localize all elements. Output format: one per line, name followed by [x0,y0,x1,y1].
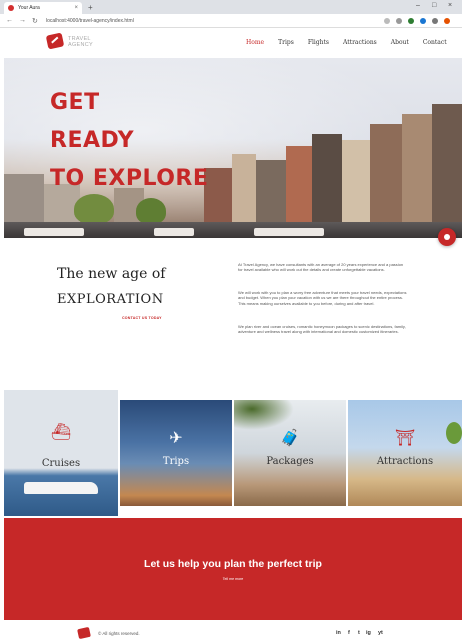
intro-heading-line2: EXPLORATION [57,292,164,307]
ship-icon: ⛴ [50,424,72,441]
building [4,174,44,224]
site-footer: © All rights reserved. in f t ig yt [0,620,462,644]
copyright-text: © All rights reserved. [98,631,140,636]
nav-trips[interactable]: Trips [278,39,294,46]
instagram-icon[interactable]: ig [366,630,371,636]
nav-attractions[interactable]: Attractions [343,39,377,46]
intro-paragraph: At Travel Agency, we have consultants wi… [238,262,404,273]
back-icon[interactable]: ← [6,17,13,24]
window-close-icon[interactable]: × [448,2,452,9]
cta-title: Let us help you plan the perfect trip [144,558,322,570]
building [232,154,256,224]
minimize-icon[interactable]: – [416,2,420,9]
logo-icon[interactable] [45,32,65,50]
tree [136,198,166,224]
extension-icon[interactable] [408,18,414,24]
nav-about[interactable]: About [391,39,409,46]
youtube-icon[interactable]: yt [378,630,383,636]
twitter-icon[interactable]: t [358,630,360,636]
bookmark-icon[interactable] [384,18,390,24]
chat-button[interactable] [438,228,456,246]
logo-line2: AGENCY [68,42,94,48]
new-tab-button[interactable]: + [88,3,93,12]
plane-icon: ✈ [169,430,183,447]
footer-logo-icon[interactable] [77,626,91,640]
hero-title-line2: READY [50,128,135,153]
url-input[interactable]: localhost:4000/travel-agency/index.html [46,17,376,26]
extension-icon[interactable] [432,18,438,24]
palm-leaves [234,400,294,430]
tile-cruises[interactable]: ⛴ Cruises [4,390,118,516]
building [286,146,312,224]
nav-home[interactable]: Home [246,39,264,46]
favicon-icon [8,5,14,11]
luggage-icon: 🧳 [280,430,300,447]
tile-packages[interactable]: 🧳 Packages [234,400,346,506]
star-icon[interactable] [396,18,402,24]
tab-close-icon[interactable]: × [74,5,78,11]
browser-tab[interactable]: Your Aura × [4,2,82,14]
nav-contact[interactable]: Contact [423,39,447,46]
tile-label: Trips [162,456,190,467]
tile-trips[interactable]: ✈ Trips [120,400,232,506]
building [370,124,402,224]
browser-tab-bar: Your Aura × + – □ × [0,0,462,14]
intro-heading-line1: The new age of [57,266,166,282]
facebook-icon[interactable]: f [348,630,350,636]
linkedin-icon[interactable]: in [336,630,341,636]
nav-flights[interactable]: Flights [308,39,329,46]
maximize-icon[interactable]: □ [432,2,436,9]
boat [24,228,84,236]
forward-icon[interactable]: → [19,17,26,24]
building [402,114,432,224]
tile-label: Packages [266,456,314,467]
balloon [446,422,462,444]
contact-us-link[interactable]: CONTACT US TODAY [122,316,162,320]
intro-paragraph: We plan river and ocean cruises, romanti… [238,324,406,335]
building [432,104,462,224]
building [342,140,370,224]
logo-text[interactable]: TRAVEL AGENCY [68,36,93,48]
tab-title: Your Aura [18,5,40,11]
tree [74,194,114,224]
address-bar: ← → ↻ localhost:4000/travel-agency/index… [0,14,462,28]
intro-paragraph: We will work with you to plan a worry fr… [238,290,407,306]
site-header: TRAVEL AGENCY Home Trips Flights Attract… [0,28,462,58]
cruise-ship [24,482,98,494]
reload-icon[interactable]: ↻ [32,17,38,25]
tile-attractions[interactable]: ⛩ Attractions [348,400,462,506]
cta-banner: Let us help you plan the perfect trip Te… [4,518,462,620]
hero-title-line1: GET [50,90,100,115]
building [312,134,342,224]
boat [154,228,194,236]
tile-label: Cruises [41,458,81,469]
main-nav: Home Trips Flights Attractions About Con… [246,39,461,46]
building [256,160,286,224]
landmark-icon: ⛩ [394,430,416,447]
profile-avatar[interactable] [444,18,450,24]
hero-title-line3: TO EXPLORE [50,166,209,191]
boat [254,228,324,236]
extension-icon[interactable] [420,18,426,24]
cta-link[interactable]: Tell me more [4,577,462,581]
tile-label: Attractions [376,456,434,467]
